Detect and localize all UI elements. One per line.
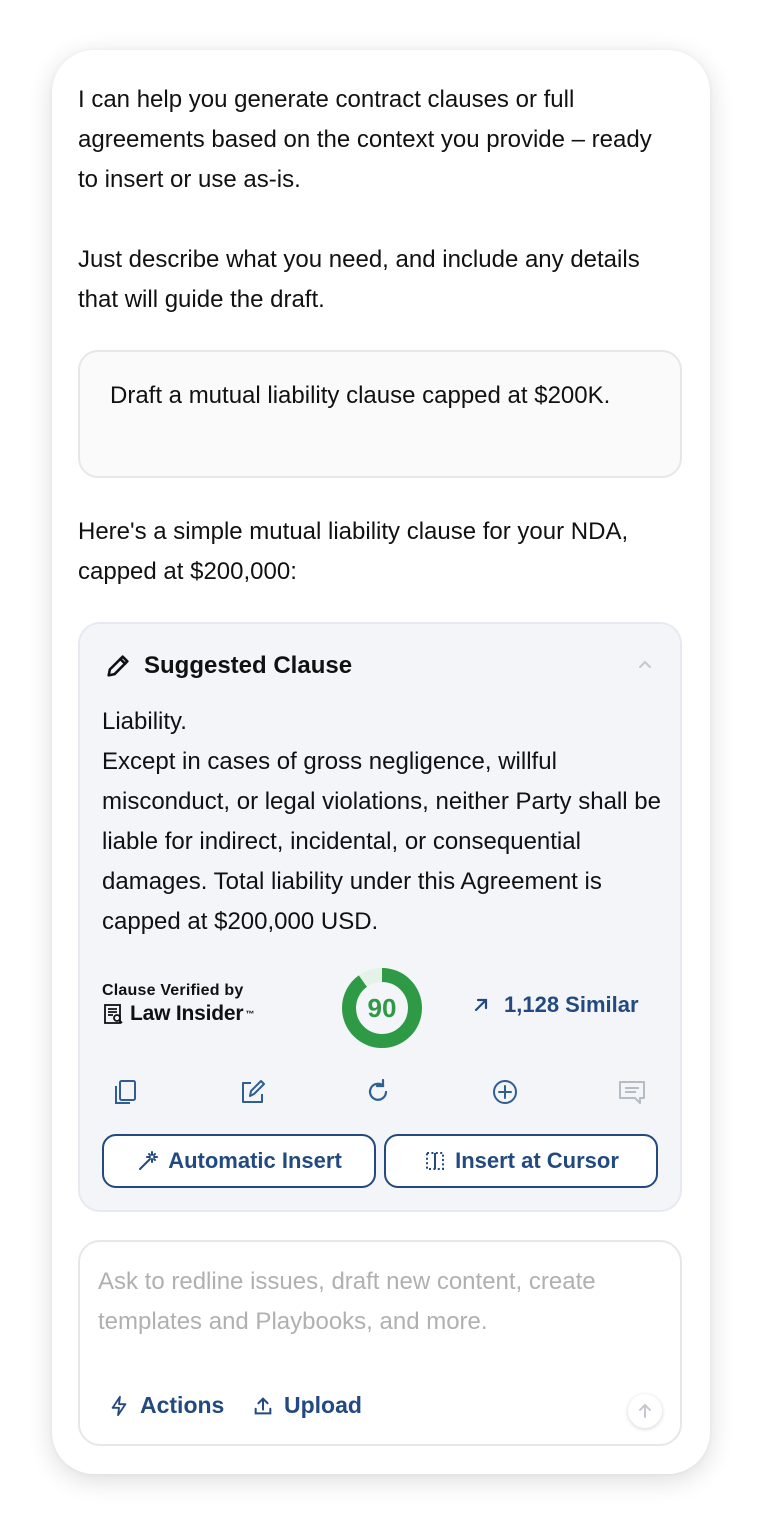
text-cursor-icon (426, 1152, 445, 1170)
arrow-up-right-icon (474, 998, 488, 1012)
intro-paragraph-2: Just describe what you need, and include… (78, 246, 640, 313)
insert-at-cursor-button[interactable]: Insert at Cursor (384, 1134, 658, 1188)
add-icon (493, 1080, 517, 1104)
score-ring: 90 (340, 966, 424, 1050)
verified-by: Clause Verified by Law Insider ™ (102, 982, 254, 1026)
chat-panel: I can help you generate contract clauses… (52, 50, 710, 1474)
clause-action-icons (100, 1076, 660, 1116)
trademark: ™ (245, 1009, 255, 1019)
add-button[interactable] (489, 1076, 521, 1108)
verifier-name: Law Insider (130, 1002, 244, 1025)
clause-heading: Liability. (102, 708, 187, 735)
chevron-up-icon[interactable] (636, 656, 654, 674)
automatic-insert-button[interactable]: Automatic Insert (102, 1134, 376, 1188)
clause-title: Suggested Clause (144, 652, 353, 679)
copy-icon (115, 1080, 136, 1104)
message-composer: Actions Upload (78, 1240, 682, 1446)
send-button[interactable] (628, 1394, 662, 1428)
clause-header: Suggested Clause (104, 652, 352, 680)
upload-button[interactable]: Upload (252, 1392, 362, 1419)
comment-button[interactable] (616, 1076, 648, 1108)
user-message-text: Draft a mutual liability clause capped a… (110, 382, 611, 409)
suggested-clause-card: Suggested Clause Liability. Except in ca… (78, 622, 682, 1212)
automatic-insert-label: Automatic Insert (168, 1148, 342, 1173)
actions-label: Actions (140, 1392, 225, 1418)
edit-button[interactable] (237, 1076, 269, 1108)
regenerate-button[interactable] (362, 1076, 394, 1108)
comment-icon (619, 1081, 645, 1104)
similar-label: 1,128 Similar (504, 992, 639, 1017)
score-value: 90 (367, 993, 397, 1023)
user-message-bubble: Draft a mutual liability clause capped a… (78, 350, 682, 478)
copy-button[interactable] (110, 1076, 142, 1108)
arrow-up-icon (639, 1403, 651, 1418)
pencil-icon (107, 655, 129, 677)
actions-button[interactable]: Actions (108, 1392, 224, 1419)
edit-icon (242, 1080, 265, 1103)
law-insider-logo: Law Insider ™ (102, 1002, 254, 1026)
clause-text: Liability. Except in cases of gross negl… (102, 702, 672, 942)
message-input[interactable] (98, 1262, 664, 1354)
regenerate-icon (368, 1078, 388, 1101)
lightning-icon (111, 1395, 127, 1416)
insert-at-cursor-label: Insert at Cursor (455, 1148, 619, 1173)
upload-icon (254, 1396, 272, 1414)
clause-paragraph: Except in cases of gross negligence, wil… (102, 748, 661, 935)
intro-paragraph-1: I can help you generate contract clauses… (78, 86, 652, 193)
law-insider-logo-icon (104, 1004, 123, 1024)
magic-wand-icon (139, 1151, 159, 1170)
verified-label: Clause Verified by (102, 982, 244, 999)
similar-clauses-link[interactable]: 1,128 Similar (472, 992, 639, 1018)
assistant-intro: I can help you generate contract clauses… (78, 80, 678, 320)
upload-label: Upload (284, 1392, 362, 1418)
assistant-reply: Here's a simple mutual liability clause … (78, 518, 629, 585)
